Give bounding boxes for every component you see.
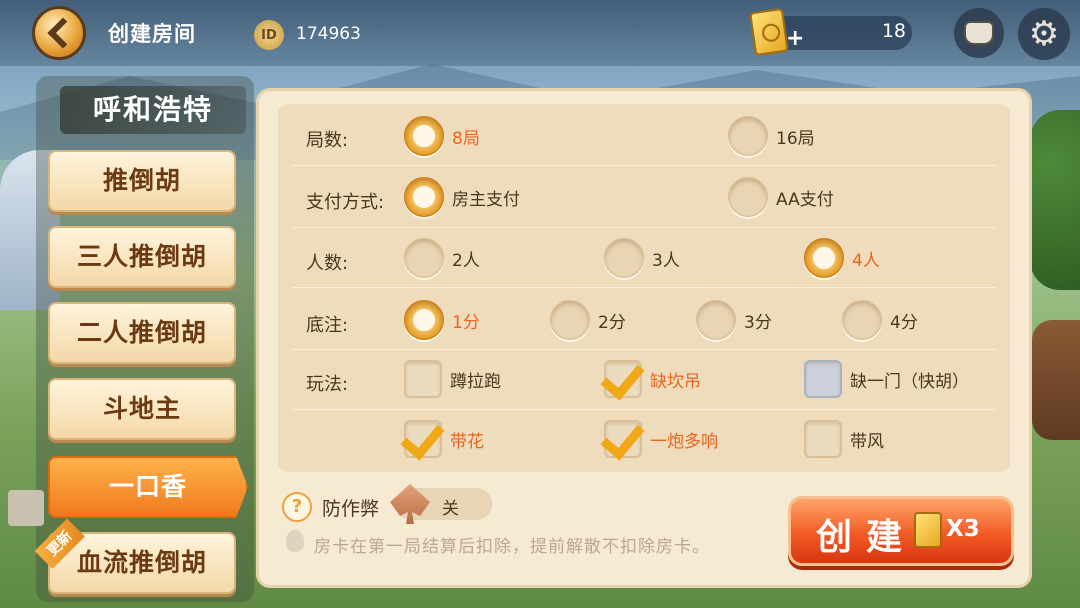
option-label: 4人: [852, 250, 880, 271]
option-label: 蹲拉跑: [450, 371, 501, 392]
option-label: 4分: [890, 312, 918, 333]
radio[interactable]: [728, 116, 768, 156]
radio[interactable]: [842, 300, 882, 340]
option-label: 2分: [598, 312, 626, 333]
rule-daihua[interactable]: 带花: [404, 420, 484, 458]
id-icon: ID: [254, 20, 284, 50]
anticheat-label: 防作弊: [322, 498, 380, 520]
radio-selected[interactable]: [404, 177, 444, 217]
room-card-icon: [914, 512, 942, 548]
rule-dunlapao[interactable]: 蹲拉跑: [404, 360, 501, 398]
payment-label: 支付方式:: [306, 192, 385, 213]
radio-selected[interactable]: [804, 238, 844, 278]
rule-yipaoduoxiang[interactable]: 一炮多响: [604, 420, 718, 458]
room-card-icon: [749, 7, 789, 57]
option-label: 带花: [450, 431, 484, 452]
option-label: 16局: [776, 128, 815, 149]
checkbox-checked[interactable]: [604, 420, 642, 458]
rules-label: 玩法:: [306, 374, 349, 395]
rule-daifeng[interactable]: 带风: [804, 420, 884, 458]
lightbulb-icon: [286, 530, 304, 552]
checkbox[interactable]: [804, 420, 842, 458]
option-label: 3人: [652, 250, 680, 271]
option-label: 3分: [744, 312, 772, 333]
back-button[interactable]: [32, 6, 86, 60]
create-cost: X3: [946, 516, 980, 542]
checkbox-disabled[interactable]: [804, 360, 842, 398]
payment-option-aa[interactable]: AA支付: [728, 177, 834, 217]
base-option-3[interactable]: 3分: [696, 300, 772, 340]
bag-button[interactable]: [954, 8, 1004, 58]
players-label: 人数:: [306, 253, 349, 274]
base-option-4[interactable]: 4分: [842, 300, 918, 340]
room-card-count: 18: [881, 20, 906, 42]
option-label: 8局: [452, 128, 480, 149]
radio[interactable]: [728, 177, 768, 217]
sidebar-item-sanren-tuidaohu[interactable]: 三人推倒胡: [48, 226, 236, 288]
row-divider: [292, 106, 996, 166]
region-title: 呼和浩特: [60, 86, 246, 134]
back-arrow-icon: [47, 17, 79, 49]
sidebar-item-yikouxiang[interactable]: 一口香: [48, 456, 248, 518]
row-divider: [292, 168, 996, 228]
radio[interactable]: [404, 238, 444, 278]
rounds-option-16[interactable]: 16局: [728, 116, 815, 156]
players-option-4[interactable]: 4人: [804, 238, 880, 278]
background-sign: [8, 490, 44, 526]
settings-button[interactable]: ⚙: [1018, 8, 1070, 60]
checkbox-checked[interactable]: [404, 420, 442, 458]
base-option-1[interactable]: 1分: [404, 300, 480, 340]
radio[interactable]: [696, 300, 736, 340]
payment-option-owner[interactable]: 房主支付: [404, 177, 520, 217]
rule-queyimen[interactable]: 缺一门（快胡）: [804, 360, 969, 398]
radio[interactable]: [604, 238, 644, 278]
option-label: AA支付: [776, 189, 834, 210]
player-id: 174963: [296, 24, 361, 44]
radio-selected[interactable]: [404, 116, 444, 156]
base-label: 底注:: [306, 315, 349, 336]
checkbox[interactable]: [404, 360, 442, 398]
players-option-3[interactable]: 3人: [604, 238, 680, 278]
page-title: 创建房间: [108, 22, 196, 46]
radio[interactable]: [550, 300, 590, 340]
checkbox-checked[interactable]: [604, 360, 642, 398]
option-label: 房主支付: [452, 189, 520, 210]
sidebar-item-erren-tuidaohu[interactable]: 二人推倒胡: [48, 302, 236, 364]
rule-quekandiao[interactable]: 缺坎吊: [604, 360, 701, 398]
rounds-label: 局数:: [306, 130, 349, 151]
base-option-2[interactable]: 2分: [550, 300, 626, 340]
option-label: 缺坎吊: [650, 371, 701, 392]
option-label: 1分: [452, 312, 480, 333]
create-button-label[interactable]: 创建: [816, 508, 916, 560]
option-label: 缺一门（快胡）: [850, 371, 969, 392]
option-label: 2人: [452, 250, 480, 271]
option-label: 带风: [850, 431, 884, 452]
bag-icon: [964, 21, 994, 45]
background-cart: [1032, 320, 1080, 440]
anticheat-state: 关: [442, 499, 459, 519]
rounds-option-8[interactable]: 8局: [404, 116, 480, 156]
gear-icon: ⚙: [1028, 14, 1060, 54]
option-label: 一炮多响: [650, 431, 718, 452]
sidebar-item-doudizhu[interactable]: 斗地主: [48, 378, 236, 440]
players-option-2[interactable]: 2人: [404, 238, 480, 278]
room-card-notice: 房卡在第一局结算后扣除，提前解散不扣除房卡。: [314, 537, 710, 557]
radio-selected[interactable]: [404, 300, 444, 340]
help-icon[interactable]: ?: [282, 492, 312, 522]
add-room-card-button[interactable]: +: [786, 26, 804, 51]
sidebar-item-tuidaohu[interactable]: 推倒胡: [48, 150, 236, 212]
background-tree: [1030, 110, 1080, 290]
